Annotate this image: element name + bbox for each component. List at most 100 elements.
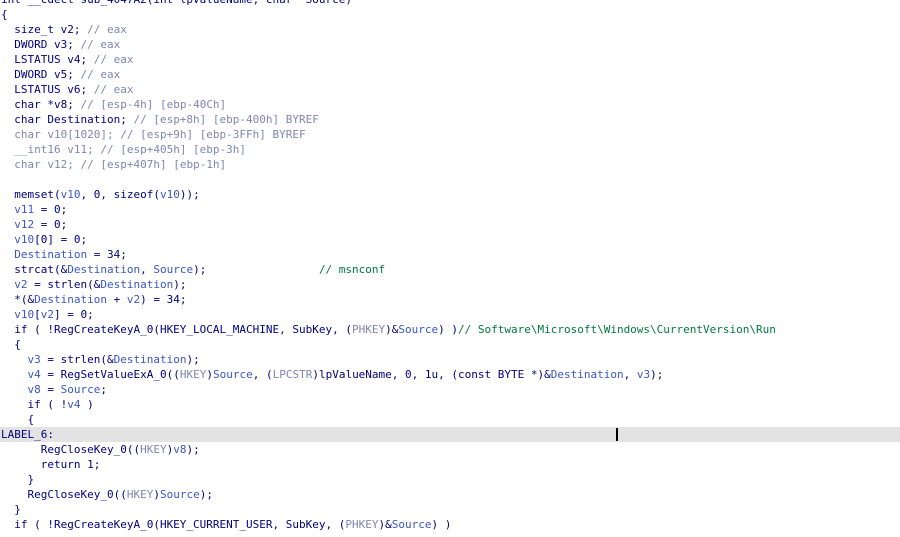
- code-line[interactable]: v10[0] = 0;: [0, 232, 900, 247]
- code-token: {: [1, 413, 35, 426]
- code-token: memset(: [1, 188, 61, 201]
- code-line[interactable]: v11 = 0;: [0, 202, 900, 217]
- code-token: ;: [100, 383, 107, 396]
- code-line[interactable]: char v12; // [esp+407h] [ebp-1h]: [0, 157, 900, 172]
- code-token: ): [206, 368, 213, 381]
- code-token: }: [1, 503, 21, 516]
- code-token: ] = 0;: [54, 308, 94, 321]
- variable-token[interactable]: v4: [1, 368, 40, 381]
- code-token: );: [186, 353, 200, 366]
- variable-token[interactable]: v10: [1, 308, 34, 321]
- code-token: {: [1, 338, 21, 351]
- variable-token[interactable]: Destination: [1, 248, 87, 261]
- variable-token[interactable]: Source: [61, 383, 101, 396]
- code-token: = strlen(&: [27, 278, 101, 291]
- variable-token[interactable]: Destination: [100, 278, 173, 291]
- code-line[interactable]: char v10[1020]; // [esp+9h] [ebp-3FFh] B…: [0, 127, 900, 142]
- code-line[interactable]: v2 = strlen(&Destination);: [0, 277, 900, 292]
- code-token: =: [40, 383, 61, 396]
- variable-token[interactable]: Destination: [114, 353, 187, 366]
- code-token: )&: [378, 518, 392, 531]
- code-line[interactable]: int __cdecl sub_4047A2(int lpValueName, …: [0, 0, 900, 7]
- code-token: ));: [179, 188, 200, 201]
- code-token: ) = 34;: [140, 293, 187, 306]
- code-token: );: [173, 278, 187, 291]
- variable-token[interactable]: Destination: [551, 368, 624, 381]
- variable-token[interactable]: Destination: [34, 293, 107, 306]
- code-line[interactable]: DWORD v5; // eax: [0, 67, 900, 82]
- code-line[interactable]: LSTATUS v4; // eax: [0, 52, 900, 67]
- code-line-current[interactable]: LABEL_6:: [0, 427, 900, 442]
- code-line[interactable]: Destination = 34;: [0, 247, 900, 262]
- code-line[interactable]: DWORD v3; // eax: [0, 37, 900, 52]
- variable-token[interactable]: v2: [127, 293, 140, 306]
- code-line[interactable]: LSTATUS v6; // eax: [0, 82, 900, 97]
- code-token: DWORD v5;: [1, 68, 81, 81]
- code-line[interactable]: }: [0, 472, 900, 487]
- code-token: [0] = 0;: [34, 233, 88, 246]
- code-line[interactable]: if ( !RegCreateKeyA_0(HKEY_LOCAL_MACHINE…: [0, 322, 900, 337]
- variable-token[interactable]: Source: [213, 368, 253, 381]
- variable-token[interactable]: v8: [1, 383, 40, 396]
- code-line[interactable]: char *v8; // [esp-4h] [ebp-40Ch]: [0, 97, 900, 112]
- variable-token[interactable]: v2: [1, 278, 27, 291]
- comment-token: // eax: [80, 38, 121, 51]
- pseudocode-view[interactable]: int __cdecl sub_4047A2(int lpValueName, …: [0, 0, 900, 537]
- variable-token[interactable]: Source: [153, 263, 193, 276]
- code-line[interactable]: {: [0, 412, 900, 427]
- code-line[interactable]: return 1;: [0, 457, 900, 472]
- variable-token[interactable]: v3: [637, 368, 650, 381]
- code-token: );: [650, 368, 664, 381]
- code-line[interactable]: *(&Destination + v2) = 34;: [0, 292, 900, 307]
- code-token: );: [199, 488, 213, 501]
- variable-token[interactable]: Destination: [67, 263, 140, 276]
- variable-token[interactable]: v8: [173, 443, 186, 456]
- code-line[interactable]: v12 = 0;: [0, 217, 900, 232]
- code-line[interactable]: strcat(&Destination, Source); // msnconf: [0, 262, 900, 277]
- variable-token[interactable]: v11: [1, 203, 34, 216]
- code-line[interactable]: }: [0, 502, 900, 517]
- variable-token[interactable]: v10: [61, 188, 81, 201]
- code-line[interactable]: RegCloseKey_0((HKEY)v8);: [0, 442, 900, 457]
- code-line[interactable]: char Destination; // [esp+8h] [ebp-400h]…: [0, 112, 900, 127]
- code-token: = 0;: [34, 203, 68, 216]
- code-token: return 1;: [1, 458, 101, 471]
- comment-token: __int16 v11;: [1, 143, 101, 156]
- comment-token: // eax: [80, 68, 121, 81]
- code-token: int __cdecl sub_4047A2(int lpValueName, …: [1, 0, 352, 6]
- variable-token[interactable]: v3: [1, 353, 40, 366]
- code-line[interactable]: v3 = strlen(&Destination);: [0, 352, 900, 367]
- variable-token[interactable]: Source: [398, 323, 438, 336]
- variable-token[interactable]: v10: [160, 188, 180, 201]
- code-line[interactable]: if ( !RegCreateKeyA_0(HKEY_CURRENT_USER,…: [0, 517, 900, 532]
- variable-token[interactable]: v10: [1, 233, 34, 246]
- code-line[interactable]: v10[v2] = 0;: [0, 307, 900, 322]
- comment-token: // [esp+405h] [ebp-3h]: [100, 143, 247, 156]
- code-token: ,: [140, 263, 154, 276]
- label-token[interactable]: LABEL_6:: [1, 428, 54, 441]
- variable-token[interactable]: v2: [41, 308, 54, 321]
- comment-token: // eax: [87, 23, 127, 36]
- code-line[interactable]: __int16 v11; // [esp+405h] [ebp-3h]: [0, 142, 900, 157]
- comment-token: LPCSTR: [272, 368, 313, 381]
- variable-token[interactable]: v12: [1, 218, 34, 231]
- comment-token: PHKEY: [352, 323, 386, 336]
- comment-token: // msnconf: [318, 263, 386, 276]
- comment-token: char v12;: [1, 158, 81, 171]
- code-line[interactable]: {: [0, 337, 900, 352]
- code-line[interactable]: v4 = RegSetValueExA_0((HKEY)Source, (LPC…: [0, 367, 900, 382]
- comment-token: HKEY: [140, 443, 167, 456]
- code-line[interactable]: [0, 172, 900, 187]
- code-line[interactable]: RegCloseKey_0((HKEY)Source);: [0, 487, 900, 502]
- code-token: }: [1, 473, 35, 486]
- code-line[interactable]: {: [0, 7, 900, 22]
- code-line[interactable]: memset(v10, 0, sizeof(v10));: [0, 187, 900, 202]
- code-line[interactable]: v8 = Source;: [0, 382, 900, 397]
- variable-token[interactable]: Source: [392, 518, 432, 531]
- code-line[interactable]: size_t v2; // eax: [0, 22, 900, 37]
- variable-token[interactable]: v4: [67, 398, 80, 411]
- variable-token[interactable]: Source: [160, 488, 200, 501]
- code-token: );: [186, 443, 200, 456]
- text-cursor: [616, 428, 618, 441]
- code-line[interactable]: if ( !v4 ): [0, 397, 900, 412]
